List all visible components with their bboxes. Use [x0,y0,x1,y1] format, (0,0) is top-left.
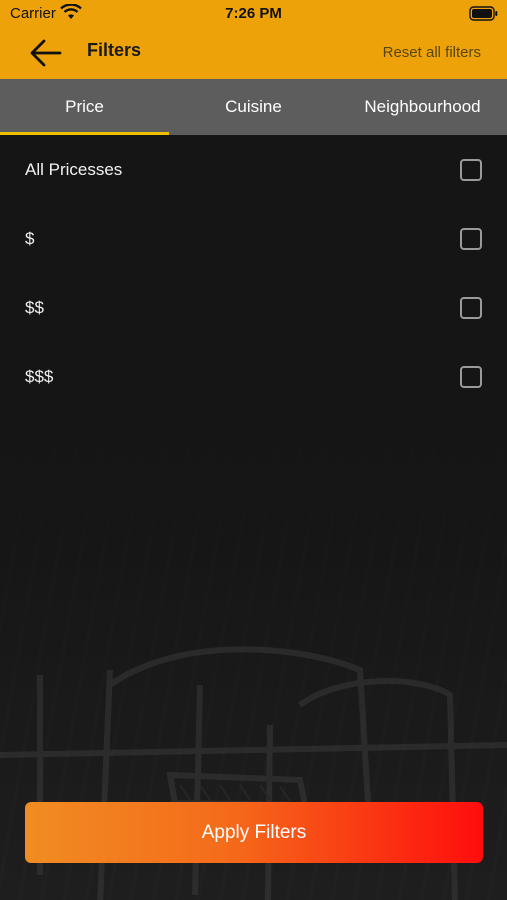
checkbox-price-2[interactable] [460,297,482,319]
tab-cuisine[interactable]: Cuisine [169,79,338,135]
option-row-price-1[interactable]: $ [0,211,507,267]
battery-icon [469,6,498,21]
checkbox-price-1[interactable] [460,228,482,250]
page-title: Filters [87,40,142,60]
status-bar: Carrier 7:26 PM [0,0,507,28]
back-arrow-icon[interactable] [26,36,66,70]
option-row-price-3[interactable]: $$$ [0,349,507,405]
tab-neighbourhood[interactable]: Neighbourhood [338,79,507,135]
apply-filters-button[interactable]: Apply Filters [25,802,483,863]
option-row-all-prices[interactable]: All Pricesses [0,142,507,198]
status-time: 7:26 PM [225,5,282,22]
header-bar: Carrier 7:26 PM Filters Reset all filter… [0,0,507,79]
option-label: $$$ [25,367,54,386]
checkbox-all-prices[interactable] [460,159,482,181]
option-label: All Pricesses [25,160,123,179]
filter-content: All Pricesses $ $$ $$$ [0,135,507,900]
option-row-price-2[interactable]: $$ [0,280,507,336]
tab-price[interactable]: Price [0,79,169,135]
reset-all-filters-button[interactable]: Reset all filters [383,44,481,61]
option-label: $ [25,229,35,248]
checkbox-price-3[interactable] [460,366,482,388]
option-label: $$ [25,298,44,317]
filter-tabs: Price Cuisine Neighbourhood [0,79,507,135]
